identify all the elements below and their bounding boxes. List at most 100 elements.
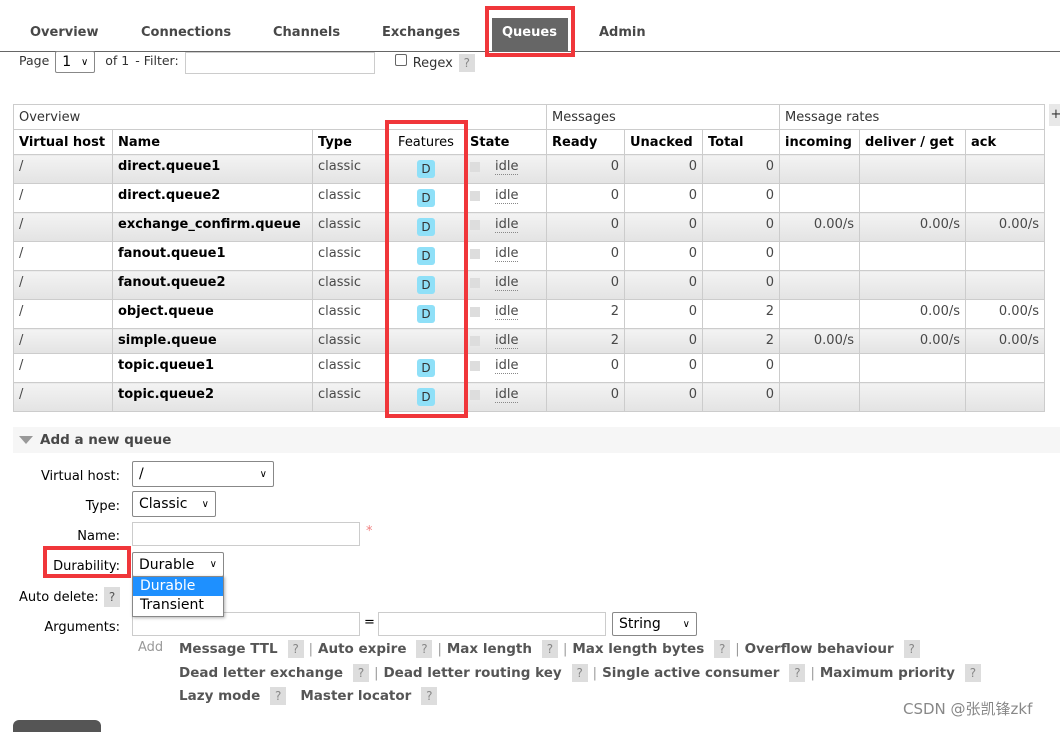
cell-type: classic bbox=[312, 328, 388, 354]
column-header[interactable]: Total bbox=[702, 129, 780, 155]
cell-features: D bbox=[387, 212, 465, 242]
add-queue-button[interactable] bbox=[13, 720, 101, 732]
column-header[interactable]: Name bbox=[112, 129, 313, 155]
argument-shortcut[interactable]: Max length bbox=[447, 641, 532, 657]
chevron-down-icon: ∨ bbox=[80, 56, 89, 68]
argument-type-select[interactable]: String ∨ bbox=[612, 612, 697, 636]
regex-checkbox[interactable] bbox=[394, 54, 407, 66]
cell-unacked: 0 bbox=[624, 154, 703, 184]
help-button[interactable]: ? bbox=[714, 640, 731, 658]
help-button[interactable]: ? bbox=[571, 663, 588, 682]
add-argument-link[interactable]: Add bbox=[138, 640, 163, 655]
cell-incoming bbox=[779, 241, 860, 271]
argument-shortcut[interactable]: Dead letter routing key bbox=[383, 665, 561, 681]
filter-input[interactable] bbox=[184, 52, 375, 74]
cell-vhost: / bbox=[13, 212, 113, 242]
queue-name-link[interactable]: direct.queue2 bbox=[118, 188, 220, 203]
argument-shortcut[interactable]: Message TTL bbox=[179, 641, 278, 657]
columns-plus-button[interactable]: + bbox=[1049, 104, 1060, 126]
argument-shortcuts: Message TTL? | Auto expire? | Max length? | Ma… bbox=[179, 640, 981, 711]
cell-incoming bbox=[779, 382, 860, 412]
help-button[interactable]: ? bbox=[287, 640, 304, 658]
durable-badge: D bbox=[417, 247, 435, 265]
cell-ready: 2 bbox=[546, 299, 625, 329]
state-text: idle bbox=[495, 304, 519, 320]
queue-name-link[interactable]: fanout.queue2 bbox=[118, 275, 226, 290]
cell-ready: 0 bbox=[546, 270, 625, 300]
column-header[interactable]: Type bbox=[312, 129, 388, 155]
state-indicator-icon bbox=[470, 190, 480, 201]
argument-shortcut[interactable]: Lazy mode bbox=[179, 688, 260, 704]
option-durable[interactable]: Durable bbox=[133, 577, 223, 596]
durable-badge: D bbox=[417, 276, 435, 294]
cell-type: classic bbox=[312, 154, 388, 184]
argument-value-input[interactable] bbox=[378, 612, 606, 636]
help-button[interactable]: ? bbox=[270, 687, 287, 705]
page-select[interactable]: 1 ∨ bbox=[55, 51, 96, 73]
add-queue-header[interactable]: Add a new queue bbox=[13, 427, 1060, 453]
cell-incoming bbox=[779, 270, 860, 300]
argument-shortcut[interactable]: Maximum priority bbox=[820, 665, 955, 681]
help-button[interactable]: ? bbox=[789, 663, 806, 682]
cell-incoming bbox=[779, 183, 860, 213]
argument-shortcut[interactable]: Dead letter exchange bbox=[179, 665, 343, 681]
column-header[interactable]: State bbox=[464, 129, 547, 155]
help-button[interactable]: ? bbox=[353, 663, 370, 682]
type-label: Type: bbox=[85, 499, 120, 514]
column-header[interactable]: Unacked bbox=[624, 129, 703, 155]
name-input[interactable] bbox=[132, 522, 360, 546]
help-button[interactable]: ? bbox=[541, 640, 558, 658]
regex-help-button[interactable]: ? bbox=[458, 54, 475, 72]
argument-shortcut[interactable]: Overflow behaviour bbox=[745, 641, 894, 657]
auto-delete-help-button[interactable]: ? bbox=[104, 587, 120, 607]
option-transient[interactable]: Transient bbox=[133, 596, 223, 615]
cell-type: classic bbox=[312, 270, 388, 300]
argument-shortcut[interactable]: Max length bytes bbox=[572, 641, 704, 657]
queue-name-link[interactable]: direct.queue1 bbox=[118, 159, 220, 174]
cell-ack bbox=[965, 241, 1045, 271]
cell-ack: 0.00/s bbox=[965, 299, 1045, 329]
column-header[interactable]: ack bbox=[965, 129, 1045, 155]
state-indicator-icon bbox=[470, 219, 480, 230]
vhost-select[interactable]: / ∨ bbox=[132, 461, 274, 487]
tab-admin[interactable]: Admin bbox=[589, 18, 656, 51]
queue-name-link[interactable]: exchange_confirm.queue bbox=[118, 217, 301, 232]
durable-badge: D bbox=[417, 189, 435, 207]
cell-unacked: 0 bbox=[624, 382, 703, 412]
column-header[interactable]: Ready bbox=[546, 129, 625, 155]
help-button[interactable]: ? bbox=[416, 640, 433, 658]
queue-name-link[interactable]: simple.queue bbox=[118, 333, 217, 348]
cell-name: simple.queue bbox=[112, 328, 313, 354]
queue-name-link[interactable]: topic.queue2 bbox=[118, 387, 214, 402]
type-select[interactable]: Classic ∨ bbox=[132, 491, 216, 517]
cell-unacked: 0 bbox=[624, 270, 703, 300]
cell-ready: 0 bbox=[546, 353, 625, 383]
queue-name-link[interactable]: topic.queue1 bbox=[118, 358, 214, 373]
argument-shortcut[interactable]: Master locator bbox=[300, 688, 411, 704]
table-row: / simple.queue classic idle 2 0 2 0.00/s 0.00/s 0… bbox=[13, 328, 1045, 354]
cell-unacked: 0 bbox=[624, 241, 703, 271]
state-text: idle bbox=[495, 387, 519, 403]
argument-shortcut[interactable]: Single active consumer bbox=[602, 665, 779, 681]
help-button[interactable]: ? bbox=[421, 687, 438, 705]
queue-name-link[interactable]: object.queue bbox=[118, 304, 214, 319]
state-indicator-icon bbox=[470, 389, 480, 400]
queue-name-link[interactable]: fanout.queue1 bbox=[118, 246, 226, 261]
state-text: idle bbox=[495, 358, 519, 374]
column-header[interactable]: Features bbox=[387, 129, 465, 155]
durability-select[interactable]: Durable ∨ bbox=[132, 552, 224, 577]
column-header[interactable]: deliver / get bbox=[859, 129, 966, 155]
cell-ack bbox=[965, 183, 1045, 213]
help-button[interactable]: ? bbox=[903, 640, 920, 658]
column-header[interactable]: incoming bbox=[779, 129, 860, 155]
cell-vhost: / bbox=[13, 353, 113, 383]
separator: | bbox=[562, 642, 568, 657]
help-button[interactable]: ? bbox=[964, 663, 981, 682]
vhost-value: / bbox=[139, 466, 144, 482]
argument-shortcut[interactable]: Auto expire bbox=[318, 641, 406, 657]
cell-features bbox=[387, 328, 465, 354]
cell-name: exchange_confirm.queue bbox=[112, 212, 313, 242]
tab-queues[interactable]: Queues bbox=[492, 18, 568, 51]
column-header[interactable]: Virtual host bbox=[13, 129, 113, 155]
cell-deliver bbox=[859, 154, 966, 184]
